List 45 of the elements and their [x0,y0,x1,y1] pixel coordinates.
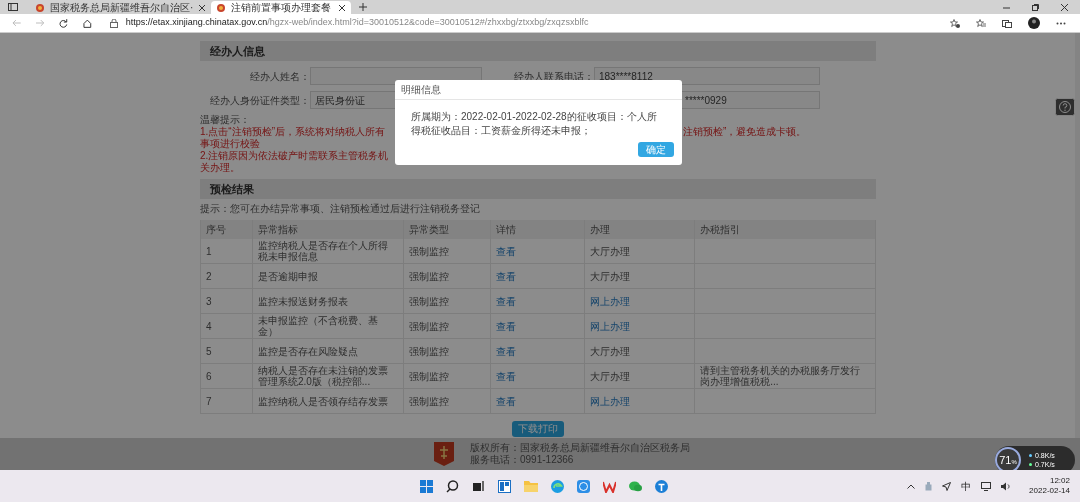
column-header: 异常类型 [403,220,491,239]
field-label: 经办人身份证件类型： [210,93,310,108]
table-cell: 大厅办理 [590,270,631,282]
table-cell: 强制监控 [408,270,449,282]
column-header: 办理 [585,220,696,239]
table-cell: 大厅办理 [590,370,631,382]
notes-title: 温馨提示： [200,114,250,126]
table-cell: 7 [206,395,212,407]
phone-text: 服务电话：0991-12366 [470,454,574,466]
table-cell: 强制监控 [408,245,449,257]
table-cell-text: 请到主管税务机关的办税服务厅发行岗办理增值税税... [700,365,862,387]
table-cell: 监控纳税人是否领存结存发票 [257,395,388,407]
column-header: 详情 [490,220,586,239]
table-cell-text: 纳税人是否存在未注销的发票管理系统2.0版（税控部... [257,365,389,387]
warning-note: 注销预检”，避免造成卡顿。 [683,126,807,138]
url-text: https://etax.xinjiang.chinatax.gov.cn/hgzx-web/index.html?id=30010512&code=30010512#/zhxxbg/ztxxbg/zxqzsxblfc [125,16,589,30]
table-cell: 强制监控 [408,345,449,357]
table-cell: 监控未报送财务报表 [257,295,348,307]
table-cell: 5 [206,345,212,357]
table-cell: 监控是否存在风险疑点 [257,345,358,357]
dialog-message: 所属期为：2022-02-01-2022-02-28的征收项目：个人所得税征收品目：工资薪金所得还未申报； [410,110,658,138]
table-cell: 强制监控 [408,370,449,382]
warning-note: 2.注销原因为依法破产时需联系主管税务机关办理。 [200,150,390,174]
percent-value: 71 [999,454,1012,466]
table-cell: 大厅办理 [590,245,631,257]
column-header: 序号 [201,220,253,239]
table-cell: 6 [206,370,212,382]
column-header: 异常指标 [252,220,404,239]
column-header: 办税指引 [695,220,876,239]
warning-note: 1.点击“注销预检”后，系统将对纳税人所有事项进行校验 [200,126,386,150]
table-cell: 2 [206,270,212,282]
table-cell: 3 [206,295,212,307]
table-cell: 强制监控 [408,320,449,332]
field-label: 经办人姓名： [250,69,310,84]
table-cell: 1 [206,245,212,257]
table-cell: 大厅办理 [590,345,631,357]
section-title: 经办人信息 [210,43,265,59]
section-title: 预检结果 [210,181,254,197]
hint-text: 提示：您可在办结异常事项、注销预检通过后进行注销税务登记 [200,203,480,215]
table-cell-text: 监控纳税人是否存在个人所得税未申报信息 [257,240,389,262]
table-cell: 强制监控 [408,295,449,307]
table-cell: 4 [206,320,212,332]
table-cell: 是否逾期申报 [257,270,318,282]
table-cell-text: 未申报监控（不含税费、基金） [257,315,379,337]
table-cell: 强制监控 [408,395,449,407]
